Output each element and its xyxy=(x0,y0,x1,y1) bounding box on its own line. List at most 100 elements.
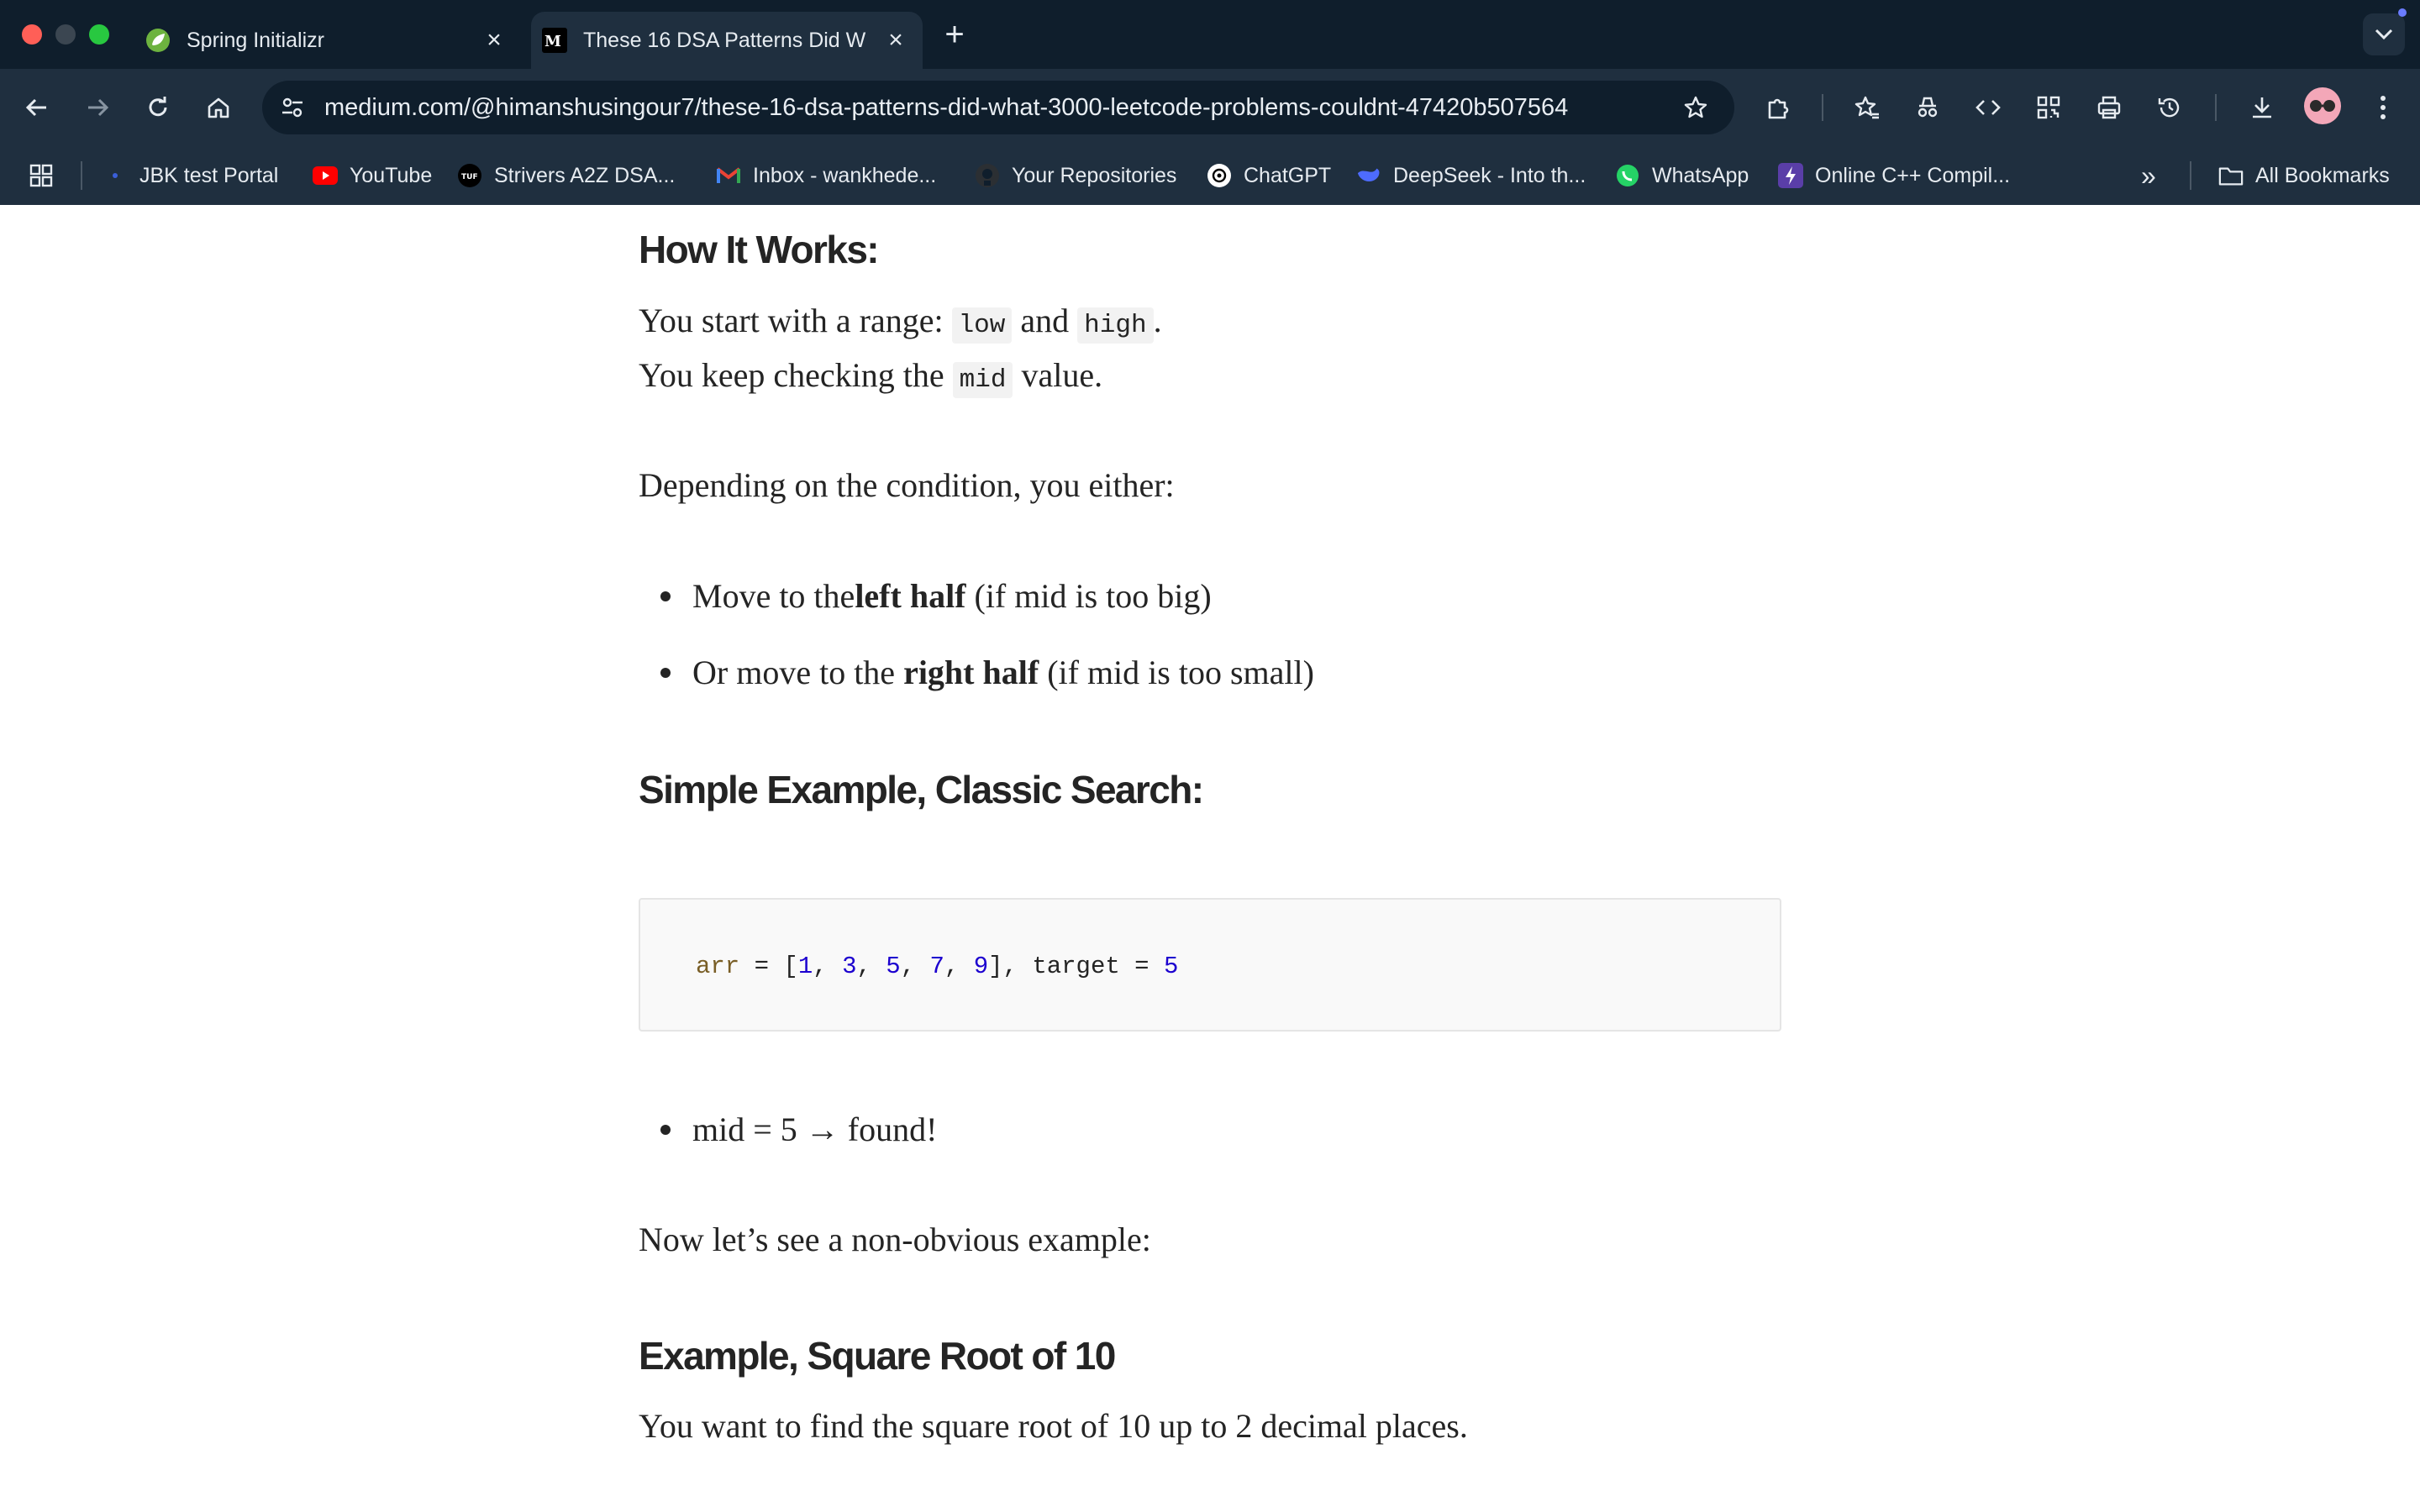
tab-spring-initializr[interactable]: Spring Initializr × xyxy=(134,12,521,69)
star-list-icon xyxy=(1854,96,1879,119)
text: mid = 5 → found! xyxy=(692,1110,938,1148)
incognito-button[interactable] xyxy=(1907,87,1948,128)
bookmark-gmail-inbox[interactable]: Inbox - wankhede... xyxy=(716,146,936,205)
svg-text:TUF: TUF xyxy=(461,173,478,181)
back-button[interactable] xyxy=(17,87,57,128)
compiler-icon xyxy=(1778,163,1803,188)
forward-button[interactable] xyxy=(77,87,118,128)
tab-search-button[interactable] xyxy=(2363,13,2405,55)
reading-list-button[interactable] xyxy=(1847,87,1887,128)
home-icon xyxy=(208,97,229,118)
bookmark-label: Your Repositories xyxy=(1012,163,1177,187)
text: value. xyxy=(1013,356,1103,394)
bookmarks-divider xyxy=(81,161,82,190)
printer-icon xyxy=(2097,96,2121,119)
reload-button[interactable] xyxy=(138,87,178,128)
new-tab-button[interactable]: + xyxy=(938,15,971,54)
inline-code-mid: mid xyxy=(952,362,1013,398)
code-punct: = [ xyxy=(739,953,798,980)
incognito-icon xyxy=(1918,97,1938,118)
address-bar[interactable]: medium.com/@himanshusingour7/these-16-ds… xyxy=(262,81,1734,134)
url-text[interactable]: medium.com/@himanshusingour7/these-16-ds… xyxy=(324,81,1568,134)
toolbar-divider xyxy=(1822,94,1823,121)
paragraph-condition: Depending on the condition, you either: xyxy=(639,466,1175,504)
youtube-icon xyxy=(313,163,338,188)
notification-dot xyxy=(2398,8,2407,17)
downloads-button[interactable] xyxy=(2242,87,2282,128)
jbk-icon xyxy=(103,163,128,188)
bookmark-label: All Bookmarks xyxy=(2255,163,2390,187)
section-heading-square-root: Example, Square Root of 10 xyxy=(639,1334,1116,1378)
bookmark-chatgpt[interactable]: ChatGPT xyxy=(1207,146,1331,205)
print-button[interactable] xyxy=(2089,87,2129,128)
bookmark-github-repos[interactable]: Your Repositories xyxy=(975,146,1176,205)
window-minimize-button[interactable] xyxy=(55,24,76,45)
text: and xyxy=(1012,302,1078,339)
bold-text: left half xyxy=(855,577,966,615)
window-close-button[interactable] xyxy=(22,24,42,45)
close-tab-icon[interactable]: × xyxy=(479,25,509,55)
list-item: Or move to the right half (if mid is too… xyxy=(660,653,1314,692)
apps-grid-icon xyxy=(29,164,53,187)
bookmark-whatsapp[interactable]: WhatsApp xyxy=(1615,146,1749,205)
bookmark-label: Strivers A2Z DSA... xyxy=(494,163,676,187)
code-number: 5 xyxy=(1163,953,1179,980)
qr-code-icon xyxy=(2037,96,2060,119)
more-vertical-icon xyxy=(2381,96,2386,119)
code-number: 7 xyxy=(929,953,944,980)
developer-tools-button[interactable] xyxy=(1968,87,2008,128)
text: You keep checking the xyxy=(639,356,953,394)
close-tab-icon[interactable]: × xyxy=(881,25,911,55)
paragraph-nonobvious: Now let’s see a non-obvious example: xyxy=(639,1221,1151,1258)
profile-avatar[interactable] xyxy=(2304,87,2341,124)
whatsapp-icon xyxy=(1615,163,1640,188)
apps-button[interactable] xyxy=(29,146,54,205)
bookmark-deepseek[interactable]: DeepSeek - Into th... xyxy=(1356,146,1586,205)
history-icon xyxy=(2158,97,2180,118)
paragraph-sqrt-intro: You want to find the square root of 10 u… xyxy=(639,1407,1468,1445)
code-number: 3 xyxy=(842,953,857,980)
section-heading-how-it-works: How It Works: xyxy=(639,228,880,271)
bookmarks-overflow-button[interactable]: » xyxy=(2141,146,2156,205)
gmail-icon xyxy=(716,163,741,188)
text: You start with a range: xyxy=(639,302,952,339)
all-bookmarks-button[interactable]: All Bookmarks xyxy=(2218,146,2390,205)
tab-title: Spring Initializr xyxy=(187,28,324,52)
qr-code-button[interactable] xyxy=(2028,87,2069,128)
chatgpt-icon xyxy=(1207,163,1232,188)
extensions-button[interactable] xyxy=(1758,87,1798,128)
arrow-left-icon xyxy=(25,98,46,117)
paragraph-range: You start with a range: low and high. xyxy=(639,301,1162,344)
code-punct: ], target = xyxy=(988,953,1164,980)
site-settings-icon[interactable] xyxy=(272,87,313,128)
text: (if mid is too big) xyxy=(965,577,1212,615)
code-variable: arr xyxy=(696,953,740,980)
bold-text: right half xyxy=(903,654,1039,691)
history-button[interactable] xyxy=(2149,87,2190,128)
bookmark-label: WhatsApp xyxy=(1652,163,1749,187)
folder-icon xyxy=(2218,163,2244,188)
bookmark-jbk-test-portal[interactable]: JBK test Portal xyxy=(103,146,278,205)
bullet-dot xyxy=(660,667,671,678)
text: . xyxy=(1153,302,1162,339)
code-number: 9 xyxy=(973,953,989,980)
tab-medium-article[interactable]: M These 16 DSA Patterns Did W × xyxy=(531,12,923,69)
chevron-down-icon xyxy=(2375,29,2393,40)
text: Or move to the xyxy=(692,654,904,691)
home-button[interactable] xyxy=(198,87,239,128)
svg-text:M: M xyxy=(544,33,561,50)
text: Move to the xyxy=(692,577,855,615)
bookmark-youtube[interactable]: YouTube xyxy=(313,146,432,205)
arrow-right-icon xyxy=(88,98,109,117)
download-icon xyxy=(2253,97,2271,118)
bookmark-label: ChatGPT xyxy=(1244,163,1332,187)
tuf-icon: TUF xyxy=(457,163,482,188)
code-block: arr = [1, 3, 5, 7, 9], target = 5 xyxy=(639,898,1781,1032)
tab-title: These 16 DSA Patterns Did W xyxy=(583,28,866,52)
bookmark-online-cpp-compiler[interactable]: Online C++ Compil... xyxy=(1778,146,2010,205)
bookmark-star-icon[interactable] xyxy=(1676,87,1716,128)
bookmark-strivers[interactable]: TUF Strivers A2Z DSA... xyxy=(457,146,675,205)
puzzle-icon xyxy=(1768,98,1789,119)
browser-menu-button[interactable] xyxy=(2363,87,2403,128)
window-zoom-button[interactable] xyxy=(89,24,109,45)
